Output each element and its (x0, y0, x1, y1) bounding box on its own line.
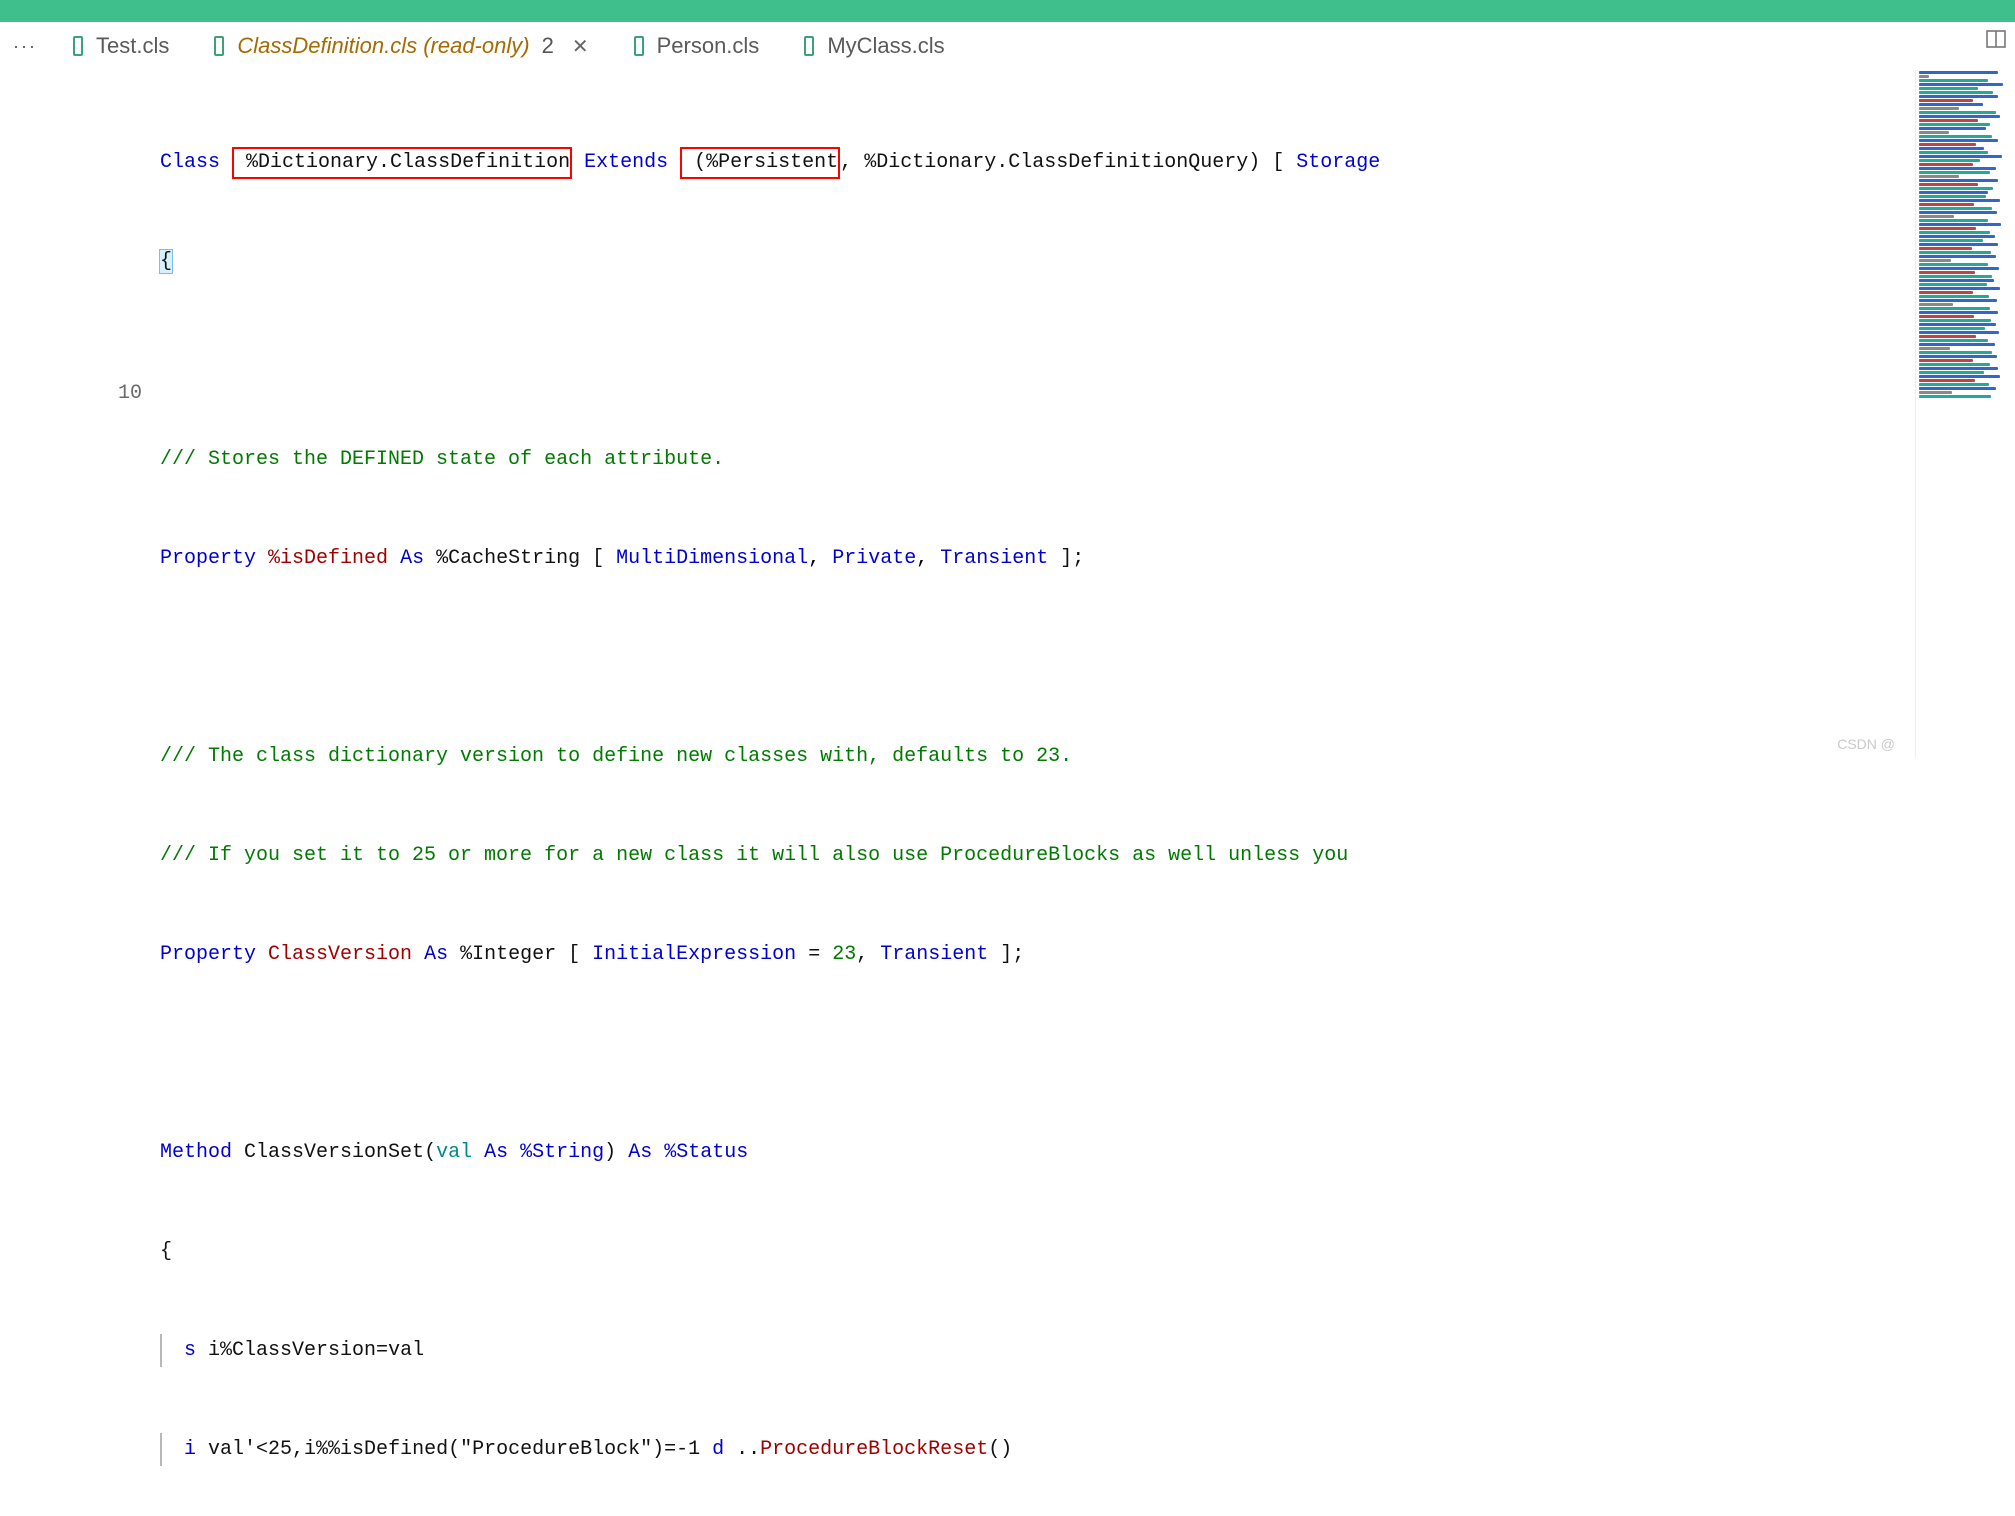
code-line: Class %Dictionary.ClassDefinition Extend… (160, 146, 1915, 179)
minimap[interactable] (1915, 70, 2015, 758)
tab-myclass-cls[interactable]: MyClass.cls (781, 22, 966, 70)
code-line: s i%ClassVersion=val (160, 1334, 1915, 1367)
code-line: { (160, 1235, 1915, 1268)
tab-strip: ··· Test.cls ClassDefinition.cls (read-o… (0, 22, 2015, 70)
file-icon (72, 36, 86, 56)
tab-overflow-icon[interactable]: ··· (0, 36, 50, 57)
tab-label: MyClass.cls (827, 33, 944, 59)
tab-label: Person.cls (657, 33, 760, 59)
split-editor-icon[interactable] (1985, 28, 2007, 50)
code-line: Method ClassVersionSet(val As %String) A… (160, 1136, 1915, 1169)
code-line: { (160, 245, 1915, 278)
tab-test-cls[interactable]: Test.cls (50, 22, 191, 70)
code-content[interactable]: Class %Dictionary.ClassDefinition Extend… (160, 70, 1915, 758)
window-accent-bar (0, 0, 2015, 22)
code-line: Property ClassVersion As %Integer [ Init… (160, 938, 1915, 971)
code-line (160, 1037, 1915, 1070)
file-icon (803, 36, 817, 56)
file-icon (213, 36, 227, 56)
code-line: Property %isDefined As %CacheString [ Mu… (160, 542, 1915, 575)
code-line (160, 641, 1915, 674)
tab-label: ClassDefinition.cls (read-only) (237, 33, 529, 59)
gutter: 10 (0, 70, 160, 758)
line-number: 10 (0, 377, 142, 410)
code-line: i val'<25,i%%isDefined("ProcedureBlock")… (160, 1433, 1915, 1466)
file-icon (633, 36, 647, 56)
tab-classdefinition-cls[interactable]: ClassDefinition.cls (read-only) 2 ✕ (191, 22, 610, 70)
editor-area: 10 Class %Dictionary.ClassDefinition Ext… (0, 70, 2015, 758)
watermark: CSDN @ (1837, 736, 1895, 752)
tab-label: Test.cls (96, 33, 169, 59)
tab-person-cls[interactable]: Person.cls (611, 22, 782, 70)
code-line: /// The class dictionary version to defi… (160, 740, 1915, 773)
tab-badge: 2 (542, 33, 554, 59)
close-icon[interactable]: ✕ (572, 34, 589, 59)
code-line: /// If you set it to 25 or more for a ne… (160, 839, 1915, 872)
code-line: /// Stores the DEFINED state of each att… (160, 443, 1915, 476)
code-line (160, 344, 1915, 377)
